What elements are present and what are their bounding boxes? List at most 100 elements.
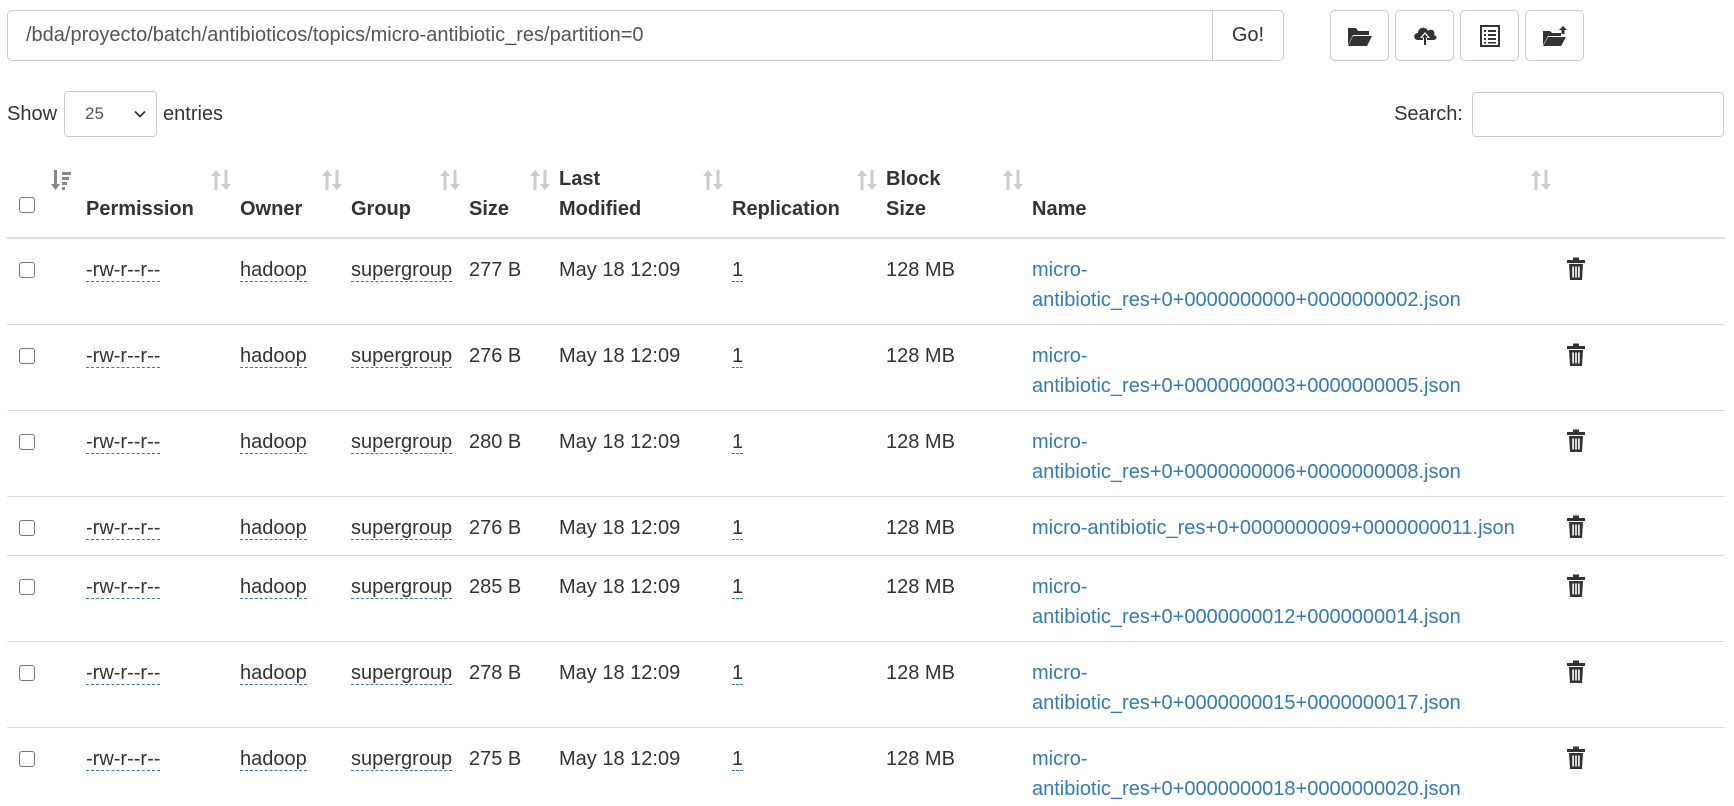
select-all-checkbox[interactable] xyxy=(19,197,35,213)
file-table-body: -rw-r--r-- hadoop supergroup 277 B May 18 12… xyxy=(7,238,1725,806)
permission-cell: -rw-r--r-- xyxy=(86,496,240,556)
search-input[interactable] xyxy=(1472,92,1724,137)
file-name-part-2: antibiotic_res+0+0000000006+0000000008.j… xyxy=(1032,460,1461,483)
replication-value[interactable]: 1 xyxy=(732,516,744,540)
row-checkbox[interactable] xyxy=(19,433,35,450)
trash-icon[interactable] xyxy=(1566,660,1586,693)
open-folder-button[interactable] xyxy=(1330,10,1389,61)
row-checkbox[interactable] xyxy=(19,262,35,278)
permission-value[interactable]: -rw-r--r-- xyxy=(86,575,161,599)
file-name-part-1: micro- xyxy=(1032,430,1088,453)
column-header-last-modified[interactable]: Last Modified xyxy=(559,148,732,239)
name-cell: micro-antibiotic_res+0+0000000012+000000… xyxy=(1032,555,1560,642)
replication-value[interactable]: 1 xyxy=(732,259,744,282)
permission-value[interactable]: -rw-r--r-- xyxy=(86,661,161,685)
replication-cell: 1 xyxy=(732,641,886,728)
trash-icon[interactable] xyxy=(1566,746,1586,779)
file-name-link[interactable]: micro-antibiotic_res+0+0000000003+000000… xyxy=(1032,345,1461,397)
row-checkbox[interactable] xyxy=(19,750,35,767)
owner-value[interactable]: hadoop xyxy=(240,575,307,599)
owner-value[interactable]: hadoop xyxy=(240,516,307,540)
last-modified-cell: May 18 12:09 xyxy=(559,410,732,497)
upload-button[interactable] xyxy=(1395,10,1454,61)
file-name-link[interactable]: micro-antibiotic_res+0+0000000000+000000… xyxy=(1032,259,1461,311)
file-name-link[interactable]: micro-antibiotic_res+0+0000000018+000000… xyxy=(1032,748,1461,800)
replication-value[interactable]: 1 xyxy=(732,747,744,771)
replication-value[interactable]: 1 xyxy=(732,430,744,454)
file-name-part-1: micro- xyxy=(1032,259,1088,281)
row-checkbox[interactable] xyxy=(19,519,35,536)
list-view-button[interactable] xyxy=(1460,10,1519,61)
replication-value[interactable]: 1 xyxy=(732,661,744,685)
column-header-size[interactable]: Size xyxy=(469,148,559,239)
column-header-name[interactable]: Name xyxy=(1032,148,1560,239)
group-value[interactable]: supergroup xyxy=(351,516,453,540)
group-value[interactable]: supergroup xyxy=(351,575,453,599)
trash-icon[interactable] xyxy=(1566,429,1586,462)
name-cell: micro-antibiotic_res+0+0000000009+000000… xyxy=(1032,496,1560,556)
column-header-owner[interactable]: Owner xyxy=(240,148,351,239)
trash-icon[interactable] xyxy=(1566,343,1586,376)
file-name-part-2: antibiotic_res+0+0000000015+0000000017.j… xyxy=(1032,691,1461,714)
name-cell: micro-antibiotic_res+0+0000000006+000000… xyxy=(1032,410,1560,497)
owner-value[interactable]: hadoop xyxy=(240,344,307,368)
owner-value[interactable]: hadoop xyxy=(240,259,307,282)
column-header-group[interactable]: Group xyxy=(351,148,469,239)
sort-icon xyxy=(1531,170,1551,190)
column-header-replication[interactable]: Replication xyxy=(732,148,886,239)
actions-cell xyxy=(1560,641,1725,728)
row-select-cell xyxy=(7,324,86,411)
owner-value[interactable]: hadoop xyxy=(240,661,307,685)
trash-icon[interactable] xyxy=(1566,574,1586,607)
group-value[interactable]: supergroup xyxy=(351,747,453,771)
row-checkbox[interactable] xyxy=(19,347,35,364)
group-cell: supergroup xyxy=(351,410,469,497)
entries-per-page-select[interactable]: 25 xyxy=(64,91,158,137)
permission-value[interactable]: -rw-r--r-- xyxy=(86,747,161,771)
trash-icon[interactable] xyxy=(1566,515,1586,548)
last-modified-cell: May 18 12:09 xyxy=(559,641,732,728)
size-cell: 280 B xyxy=(469,410,559,497)
go-button[interactable]: Go! xyxy=(1212,10,1284,61)
row-checkbox[interactable] xyxy=(19,664,35,681)
permission-value[interactable]: -rw-r--r-- xyxy=(86,516,161,540)
file-name-part-1: micro-antibiotic_res+0+0000000009+000000… xyxy=(1032,516,1515,539)
table-row: -rw-r--r-- hadoop supergroup 285 B May 18 12… xyxy=(7,555,1725,642)
group-value[interactable]: supergroup xyxy=(351,430,453,454)
file-name-part-2: antibiotic_res+0+0000000012+0000000014.j… xyxy=(1032,605,1461,628)
column-header-permission[interactable]: Permission xyxy=(86,148,240,239)
owner-value[interactable]: hadoop xyxy=(240,430,307,454)
permission-value[interactable]: -rw-r--r-- xyxy=(86,259,161,282)
directory-path-input[interactable] xyxy=(7,10,1212,61)
sort-ascending-icon[interactable] xyxy=(51,168,73,192)
file-name-link[interactable]: micro-antibiotic_res+0+0000000012+000000… xyxy=(1032,576,1461,628)
group-cell: supergroup xyxy=(351,641,469,728)
file-name-link[interactable]: micro-antibiotic_res+0+0000000006+000000… xyxy=(1032,431,1461,483)
group-value[interactable]: supergroup xyxy=(351,344,453,368)
replication-value[interactable]: 1 xyxy=(732,575,744,599)
file-name-link[interactable]: micro-antibiotic_res+0+0000000015+000000… xyxy=(1032,662,1461,714)
name-cell: micro-antibiotic_res+0+0000000000+000000… xyxy=(1032,238,1560,325)
permission-value[interactable]: -rw-r--r-- xyxy=(86,344,161,368)
column-header-block-size[interactable]: Block Size xyxy=(886,148,1032,239)
group-value[interactable]: supergroup xyxy=(351,661,453,685)
replication-value[interactable]: 1 xyxy=(732,344,744,368)
group-value[interactable]: supergroup xyxy=(351,259,453,282)
entries-length-control: Show 25 entries xyxy=(7,91,223,137)
create-directory-button[interactable] xyxy=(1525,10,1584,61)
group-cell: supergroup xyxy=(351,238,469,325)
actions-cell xyxy=(1560,496,1725,556)
block-size-cell: 128 MB xyxy=(886,496,1032,556)
permission-cell: -rw-r--r-- xyxy=(86,324,240,411)
table-row: -rw-r--r-- hadoop supergroup 280 B May 18 12… xyxy=(7,410,1725,497)
size-cell: 276 B xyxy=(469,496,559,556)
owner-value[interactable]: hadoop xyxy=(240,747,307,771)
size-cell: 275 B xyxy=(469,727,559,806)
permission-value[interactable]: -rw-r--r-- xyxy=(86,430,161,454)
hdfs-file-browser: Go! xyxy=(0,0,1734,806)
last-modified-cell: May 18 12:09 xyxy=(559,727,732,806)
file-name-link[interactable]: micro-antibiotic_res+0+0000000009+000000… xyxy=(1032,517,1515,539)
row-checkbox[interactable] xyxy=(19,578,35,595)
sort-icon xyxy=(322,170,342,190)
trash-icon[interactable] xyxy=(1566,257,1586,290)
